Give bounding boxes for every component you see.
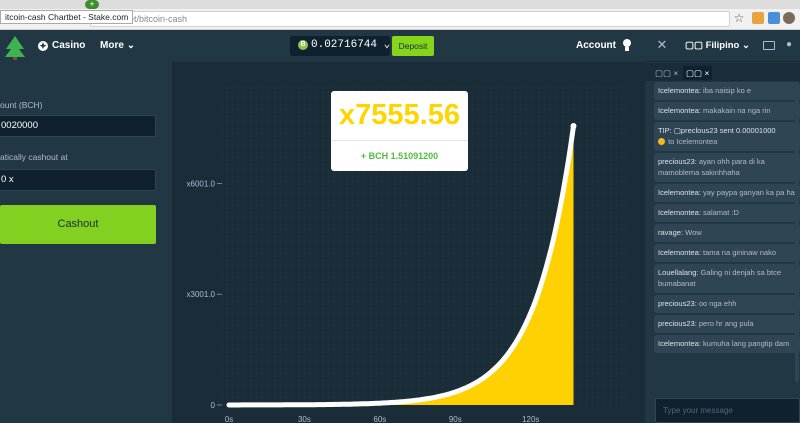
chat-username[interactable]: precious23: <box>658 157 697 166</box>
chat-message: Louellalang: Galing ni denjah sa btce bu… <box>654 264 800 293</box>
nav-casino-label: Casino <box>52 40 86 51</box>
profile-avatar[interactable] <box>783 12 795 24</box>
lightbulb-icon[interactable] <box>622 38 632 52</box>
chat-message: TIP: ▢preclous23 sent 0.00001000 to Icel… <box>654 122 800 151</box>
x-tick-label: 90s <box>449 415 462 423</box>
chat-scrollbar[interactable] <box>795 82 799 382</box>
extension-icon[interactable] <box>768 12 780 24</box>
logo-tree-icon[interactable] <box>2 34 28 60</box>
chat-message: precious23: pero hr ang pula <box>654 315 800 333</box>
x-tick-label: 0s <box>225 415 233 423</box>
chevron-down-icon: ⌄ <box>383 39 391 51</box>
chat-message: precious23: ayan ohh para di ka mamoblem… <box>654 153 800 182</box>
x-tick-label: 60s <box>373 415 386 423</box>
chat-text: makakain na nga rin <box>703 106 771 115</box>
balance-value: 0.02716744 ⌄ <box>311 39 391 51</box>
casino-icon: ✦ <box>38 41 48 51</box>
chat-username[interactable]: ravage: <box>658 228 683 237</box>
tab-tooltip: itcoin-cash Chartbet - Stake.com <box>0 10 134 24</box>
coin-icon <box>658 138 665 145</box>
chat-username[interactable]: precious23: <box>658 299 697 308</box>
user-icon[interactable]: ● <box>786 39 798 51</box>
chat-message: ravage: Wow <box>654 224 800 242</box>
bet-amount-label: ount (BCH) <box>0 100 43 110</box>
chat-text: yay paypa ganyan ka pa ha <box>703 188 795 197</box>
chat-message: Icelemontea: kumuha lang pangtip dam <box>654 335 800 353</box>
chat-username[interactable]: TIP: ▢preclous23 sent 0.00001000 <box>658 126 776 135</box>
chat-text: oo nga ehh <box>698 299 737 308</box>
autocashout-input[interactable]: 0 x <box>0 169 156 191</box>
browser-tab-strip <box>0 0 800 9</box>
chat-text: Wow <box>685 228 702 237</box>
chat-message: Icelemontea: yay paypa ganyan ka pa ha <box>654 184 800 202</box>
chat-text: salamat :D <box>703 208 739 217</box>
chat-text: pero hr ang pula <box>698 319 754 328</box>
profit-value: + BCH 1.51091200 <box>360 151 439 161</box>
new-tab-button[interactable]: + <box>85 0 99 9</box>
bch-coin-icon: B <box>298 40 308 50</box>
chat-text: to Icelemontea <box>668 137 718 146</box>
chat-username[interactable]: Icelemontea: <box>658 188 701 197</box>
nav-more[interactable]: More ⌄ <box>100 39 135 53</box>
multiplier-value: x7555.56 <box>339 99 460 131</box>
bookmark-star-icon[interactable]: ☆ <box>732 11 746 25</box>
cashout-button[interactable]: Cashout <box>0 205 156 244</box>
chat-username[interactable]: Louellalang: <box>658 268 698 277</box>
bet-amount-input[interactable]: 0020000 <box>0 115 156 137</box>
chat-text: iba naisip ko e <box>703 86 751 95</box>
account-menu[interactable]: Account <box>576 39 616 53</box>
mail-icon[interactable] <box>763 41 775 50</box>
nav-casino[interactable]: ✦ Casino <box>38 39 85 53</box>
x-tick-label: 120s <box>522 415 539 423</box>
address-bar[interactable]: s/chartbet/bitcoin-cash <box>90 11 730 27</box>
y-tick-label: x6001.0 <box>187 179 216 188</box>
curve-head-point <box>570 123 577 129</box>
chat-username[interactable]: Icelemontea: <box>658 248 701 257</box>
chat-tab[interactable]: ▢▢ × <box>652 66 681 80</box>
chat-username[interactable]: Icelemontea: <box>658 106 701 115</box>
y-tick-label: 0 <box>211 401 216 410</box>
chat-text: kumuha lang pangtip dam <box>703 339 790 348</box>
y-tick-label: x3001.0 <box>187 290 216 299</box>
card-divider <box>331 140 468 141</box>
chat-message: Icelemontea: salamat :D <box>654 204 800 222</box>
chat-username[interactable]: Icelemontea: <box>658 339 701 348</box>
chat-message-list: Icelemontea: iba naisip ko e Icelemontea:… <box>654 82 800 392</box>
chat-tab-active[interactable]: ▢▢ × <box>683 66 713 80</box>
chevron-down-icon: ⌄ <box>742 40 750 51</box>
chat-username[interactable]: Icelemontea: <box>658 208 701 217</box>
deposit-button[interactable]: Deposit <box>392 36 434 56</box>
language-select[interactable]: ▢▢ Filipino ⌄ <box>685 39 750 53</box>
chat-message: Icelemontea: iba naisip ko e <box>654 82 800 100</box>
chat-username[interactable]: precious23: <box>658 319 697 328</box>
chat-message: precious23: oo nga ehh <box>654 295 800 313</box>
chevron-down-icon: ⌄ <box>126 40 136 51</box>
chat-username[interactable]: Icelemontea: <box>658 86 701 95</box>
nav-more-label: More <box>100 40 124 51</box>
close-icon[interactable]: ✕ <box>655 38 669 52</box>
x-tick-label: 30s <box>298 415 311 423</box>
autocashout-label: atically cashout at <box>0 152 68 162</box>
chat-message-input[interactable] <box>655 398 800 423</box>
chat-message: Icelemontea: tama na gininaw nako <box>654 244 800 262</box>
chat-text: tama na gininaw nako <box>703 248 777 257</box>
extension-icon[interactable] <box>752 12 764 24</box>
chat-message: Icelemontea: makakain na nga rin <box>654 102 800 120</box>
